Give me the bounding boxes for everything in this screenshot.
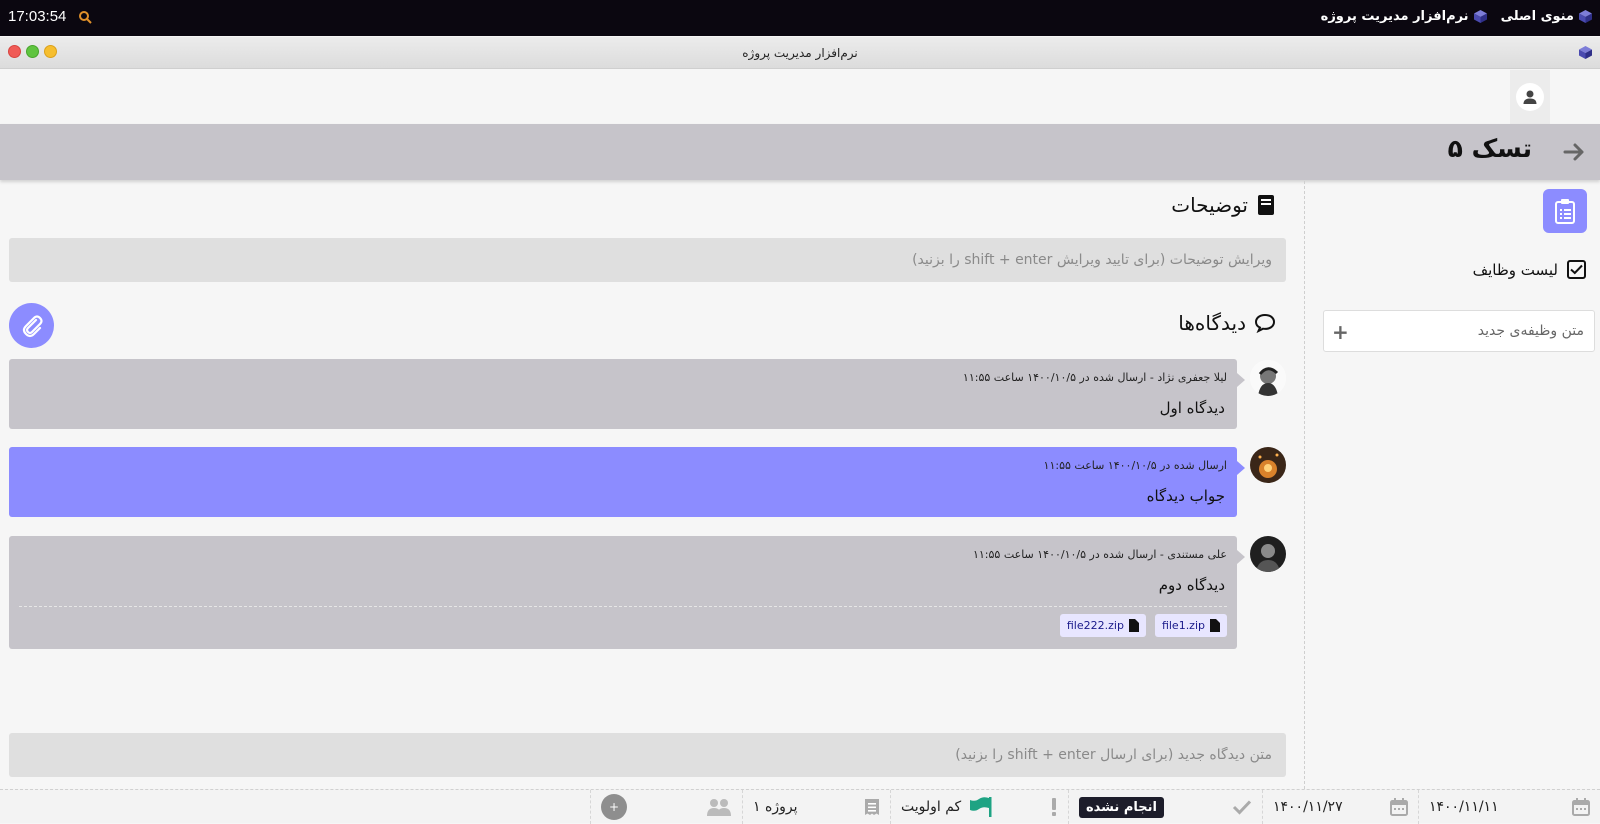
- avatar[interactable]: [1250, 360, 1286, 396]
- attachment-file-name: file1.zip: [1161, 619, 1205, 632]
- task-sidebar: لیست وظایف +: [1304, 181, 1600, 789]
- new-comment-input[interactable]: [9, 733, 1286, 777]
- calendar-icon: [1390, 798, 1408, 816]
- window-title: نرم‌افزار مدیریت پروژه: [742, 46, 858, 60]
- avatar[interactable]: [1250, 536, 1286, 572]
- members-cell[interactable]: +: [590, 790, 742, 824]
- user-bar: [0, 70, 1600, 124]
- comment-meta: ارسال شده در ۱۴۰۰/۱۰/۵ ساعت ۱۱:۵۵: [1043, 459, 1227, 472]
- task-list-checkbox[interactable]: [1567, 260, 1586, 279]
- new-task-input[interactable]: [1354, 311, 1584, 351]
- check-icon: [1570, 264, 1583, 275]
- status-cell[interactable]: انجام نشده: [1068, 790, 1262, 824]
- attachment-file[interactable]: file1.zip: [1154, 614, 1227, 637]
- avatar[interactable]: [1250, 447, 1286, 483]
- app-menu-label: نرم‌افزار مدیریت پروژه: [1320, 9, 1469, 24]
- task-title: تسک ۵: [1447, 134, 1532, 163]
- clock: 17:03:54: [8, 8, 67, 25]
- main-menu-button[interactable]: منوی اصلی: [1501, 9, 1592, 24]
- comment-meta: علی مستندی - ارسال شده در ۱۴۰۰/۱۰/۵ ساعت…: [972, 548, 1227, 561]
- cube-icon: [1473, 10, 1487, 23]
- cube-icon: [1579, 10, 1592, 23]
- attachment-file-name: file222.zip: [1066, 619, 1124, 632]
- calendar-icon: [1572, 798, 1590, 816]
- comment-card: علی مستندی - ارسال شده در ۱۴۰۰/۱۰/۵ ساعت…: [9, 536, 1245, 649]
- exclamation-icon: [1052, 798, 1056, 816]
- check-icon: [1232, 800, 1252, 815]
- file-icon: [1128, 619, 1139, 632]
- file-icon: [1210, 619, 1220, 632]
- end-date-cell[interactable]: ۱۴۰۰/۱۱/۲۷: [1262, 790, 1418, 824]
- project-cell[interactable]: پروژه ۱: [742, 790, 890, 824]
- priority-cell[interactable]: کم اولویت: [890, 790, 1068, 824]
- attachment-list: file1.zip file222.zip: [1059, 614, 1227, 637]
- description-input[interactable]: [9, 238, 1286, 282]
- book-icon: [1258, 195, 1274, 215]
- status-badge: انجام نشده: [1079, 796, 1164, 818]
- new-task-field[interactable]: +: [1323, 310, 1595, 352]
- comment-card: لیلا جعفری نژاد - ارسال شده در ۱۴۰۰/۱۰/۵…: [9, 359, 1245, 429]
- task-list-label: لیست وظایف: [1472, 260, 1558, 279]
- comment-meta: لیلا جعفری نژاد - ارسال شده در ۱۴۰۰/۱۰/۵…: [962, 371, 1227, 384]
- divider: [19, 606, 1227, 607]
- project-label: پروژه ۱: [753, 799, 798, 815]
- description-heading: توضیحات: [1171, 193, 1276, 217]
- user-profile-button[interactable]: [1510, 70, 1550, 124]
- start-date-cell[interactable]: ۱۴۰۰/۱۱/۱۱: [1418, 790, 1600, 824]
- description-heading-label: توضیحات: [1171, 193, 1248, 217]
- task-info-bar: ۱۴۰۰/۱۱/۱۱ ۱۴۰۰/۱۱/۲۷ انجام نشده کم اولو…: [0, 789, 1600, 824]
- add-task-button[interactable]: +: [1332, 320, 1349, 344]
- task-header: تسک ۵: [0, 124, 1600, 180]
- system-top-bar: 17:03:54 منوی اصلی نرم‌افزار مدیریت پروژ…: [0, 0, 1600, 36]
- window-title-bar: نرم‌افزار مدیریت پروژه: [0, 37, 1600, 69]
- comment-text: دیدگاه اول: [1159, 399, 1225, 417]
- comment-text: دیدگاه دوم: [1158, 576, 1225, 594]
- group-icon: [707, 799, 731, 816]
- app-menu-button[interactable]: نرم‌افزار مدیریت پروژه: [1321, 9, 1487, 24]
- user-icon: [1523, 90, 1537, 104]
- flag-icon: [970, 797, 992, 817]
- priority-label: کم اولویت: [901, 799, 962, 815]
- add-member-button[interactable]: +: [601, 794, 627, 820]
- comments-heading-label: دیدگاه‌ها: [1178, 311, 1246, 335]
- comments-heading: دیدگاه‌ها: [1178, 311, 1276, 335]
- attachment-file[interactable]: file222.zip: [1059, 614, 1146, 637]
- end-date: ۱۴۰۰/۱۱/۲۷: [1273, 799, 1343, 815]
- clipboard-icon: [1555, 199, 1575, 224]
- paperclip-icon: [22, 314, 43, 337]
- receipt-icon: [865, 799, 879, 815]
- clipboard-button[interactable]: [1543, 189, 1587, 233]
- speech-bubble-icon: [1254, 313, 1276, 334]
- new-comment-field[interactable]: [9, 733, 1286, 777]
- app-cube-icon: [1579, 46, 1592, 59]
- main-menu-label: منوی اصلی: [1500, 9, 1574, 24]
- comment-card: ارسال شده در ۱۴۰۰/۱۰/۵ ساعت ۱۱:۵۵ جواب د…: [9, 447, 1245, 517]
- main-content: توضیحات دیدگاه‌ها لیلا جعفری نژاد - ارسا…: [0, 181, 1304, 789]
- task-list-toggle[interactable]: لیست وظایف: [1473, 260, 1586, 279]
- comment-text: جواب دیدگاه: [1146, 487, 1225, 505]
- search-icon[interactable]: [78, 10, 92, 24]
- attach-file-button[interactable]: [9, 303, 54, 348]
- description-field[interactable]: [9, 238, 1286, 282]
- back-arrow-icon[interactable]: [1562, 140, 1586, 164]
- start-date: ۱۴۰۰/۱۱/۱۱: [1429, 799, 1499, 815]
